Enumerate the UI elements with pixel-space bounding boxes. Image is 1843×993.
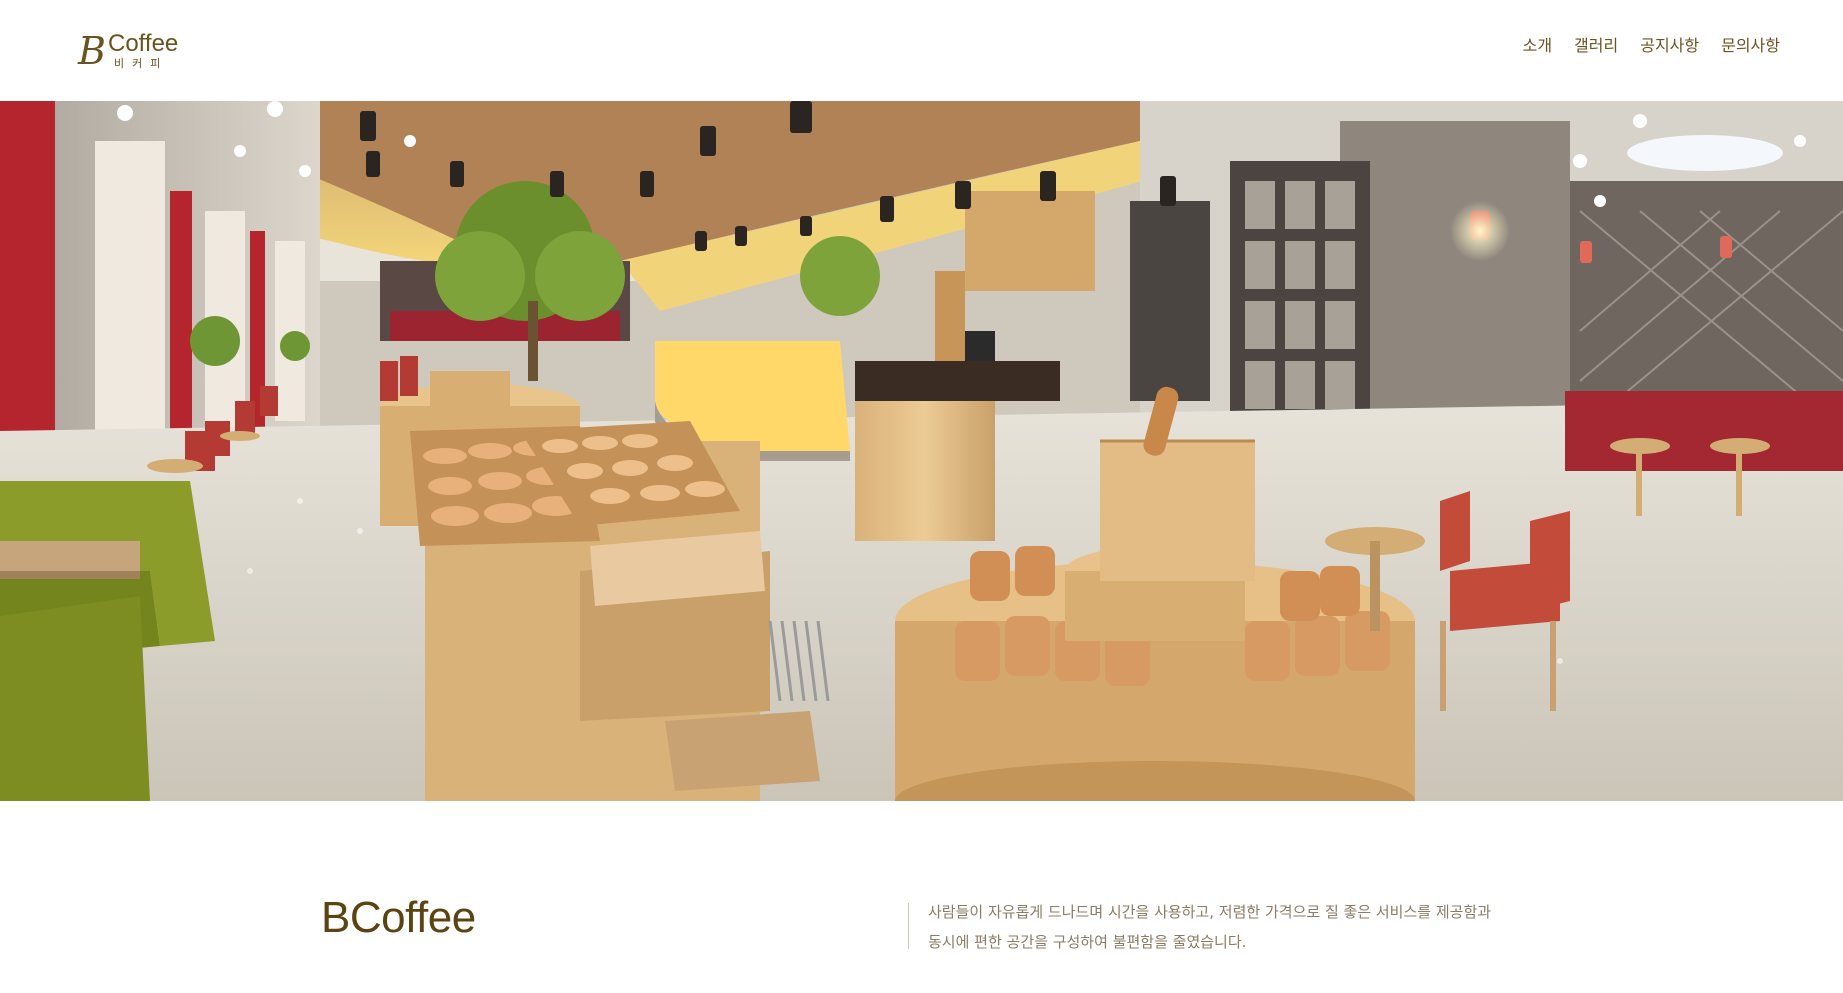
nav-item-about[interactable]: 소개 [1512,34,1563,58]
intro-section: BCoffee 사람들이 자유롭게 드나드며 시간을 사용하고, 저렴한 가격으… [0,801,1843,993]
intro-line-2: 동시에 편한 공간을 구성하여 불편함을 줄였습니다. [928,933,1247,951]
site-logo[interactable]: B Coffee 비커피 [78,28,198,74]
intro-divider [908,903,909,949]
main-nav: 소개 갤러리 공지사항 문의사항 [1512,34,1791,58]
nav-item-inquiry[interactable]: 문의사항 [1710,34,1791,58]
logo-letter: B [78,29,106,73]
intro-line-1: 사람들이 자유롭게 드나드며 시간을 사용하고, 저렴한 가격으로 질 좋은 서… [928,903,1492,921]
intro-title: BCoffee [321,893,476,942]
nav-item-gallery[interactable]: 갤러리 [1563,34,1629,58]
hero-image [0,101,1843,801]
intro-description: 사람들이 자유롭게 드나드며 시간을 사용하고, 저렴한 가격으로 질 좋은 서… [928,897,1568,957]
nav-item-notice[interactable]: 공지사항 [1629,34,1710,58]
cafe-interior-photo [0,101,1843,801]
site-header: B Coffee 비커피 소개 갤러리 공지사항 문의사항 [0,0,1843,101]
logo-subtitle: 비커피 [114,57,169,70]
logo-word: Coffee [108,30,179,57]
